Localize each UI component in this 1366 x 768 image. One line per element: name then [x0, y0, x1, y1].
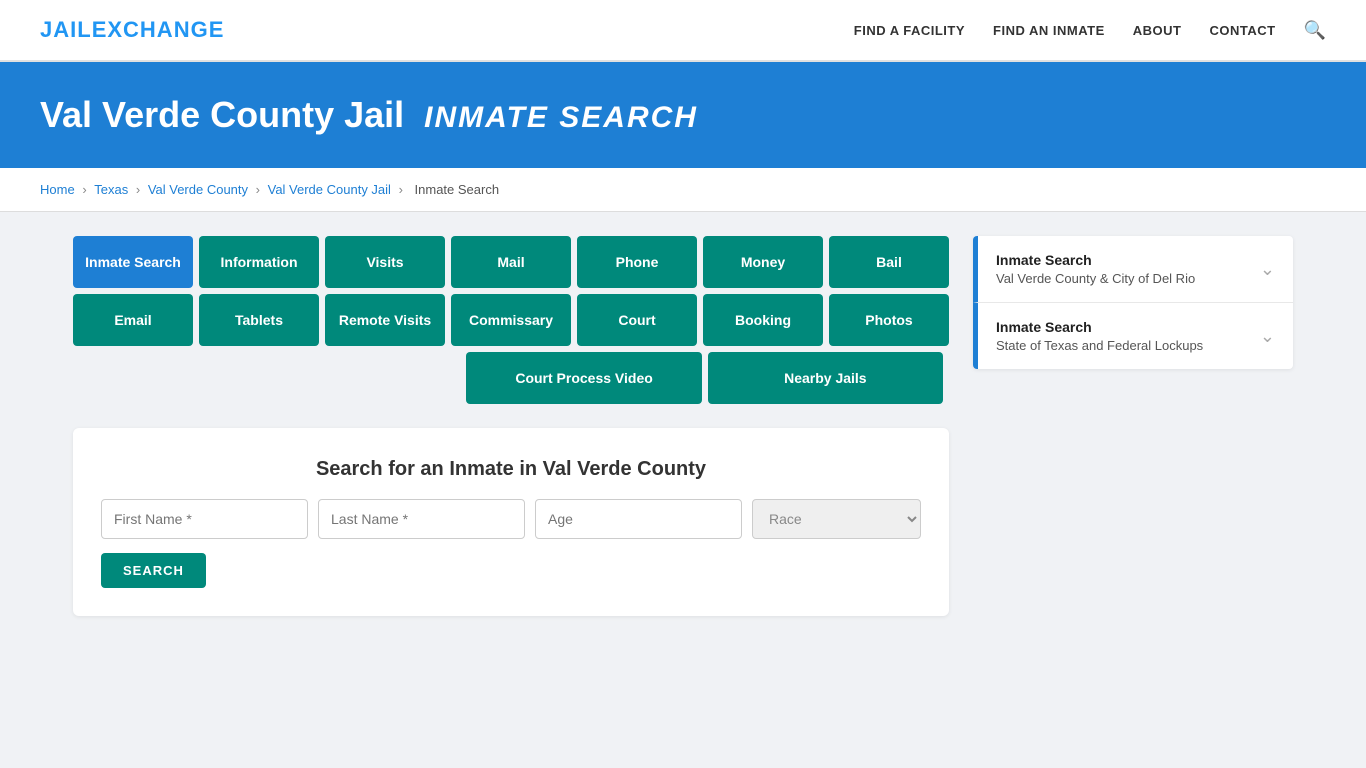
tab-remote-visits[interactable]: Remote Visits	[325, 294, 445, 346]
race-select[interactable]: Race White Black Hispanic Asian Other	[752, 499, 921, 539]
search-icon[interactable]: 🔍	[1304, 20, 1326, 41]
hero-title-main: Val Verde County Jail	[40, 94, 404, 135]
breadcrumb-sep: ›	[136, 182, 144, 197]
sidebar-item-2[interactable]: Inmate Search State of Texas and Federal…	[973, 303, 1293, 369]
first-name-input[interactable]	[101, 499, 308, 539]
tab-mail[interactable]: Mail	[451, 236, 571, 288]
hero-banner: Val Verde County Jail INMATE SEARCH	[0, 62, 1366, 168]
tab-nearby-jails[interactable]: Nearby Jails	[708, 352, 943, 404]
tabs-row1: Inmate Search Information Visits Mail Ph…	[73, 236, 949, 288]
breadcrumb-home[interactable]: Home	[40, 182, 75, 197]
tab-tablets[interactable]: Tablets	[199, 294, 319, 346]
breadcrumb-sep: ›	[256, 182, 264, 197]
sidebar-item-2-subtitle: State of Texas and Federal Lockups	[996, 338, 1203, 353]
search-box: Search for an Inmate in Val Verde County…	[73, 428, 949, 616]
last-name-input[interactable]	[318, 499, 525, 539]
tab-court-process-video[interactable]: Court Process Video	[466, 352, 701, 404]
sidebar-item-1[interactable]: Inmate Search Val Verde County & City of…	[973, 236, 1293, 303]
breadcrumb-jail[interactable]: Val Verde County Jail	[268, 182, 391, 197]
breadcrumb-texas[interactable]: Texas	[94, 182, 128, 197]
breadcrumb: Home › Texas › Val Verde County › Val Ve…	[0, 168, 1366, 212]
right-sidebar: Inmate Search Val Verde County & City of…	[973, 236, 1293, 369]
sidebar-item-2-text: Inmate Search State of Texas and Federal…	[996, 319, 1203, 353]
sidebar-item-1-subtitle: Val Verde County & City of Del Rio	[996, 271, 1195, 286]
nav-find-facility[interactable]: FIND A FACILITY	[854, 23, 965, 38]
tab-information[interactable]: Information	[199, 236, 319, 288]
sidebar-card: Inmate Search Val Verde County & City of…	[973, 236, 1293, 369]
search-title: Search for an Inmate in Val Verde County	[101, 458, 921, 481]
tab-booking[interactable]: Booking	[703, 294, 823, 346]
nav-contact[interactable]: CONTACT	[1209, 23, 1275, 38]
tab-photos[interactable]: Photos	[829, 294, 949, 346]
tab-visits[interactable]: Visits	[325, 236, 445, 288]
age-input[interactable]	[535, 499, 742, 539]
sidebar-item-2-title: Inmate Search	[996, 319, 1203, 335]
tabs-row3: Court Process Video Nearby Jails	[73, 352, 949, 404]
main-nav: FIND A FACILITY FIND AN INMATE ABOUT CON…	[854, 20, 1326, 41]
nav-about[interactable]: ABOUT	[1133, 23, 1182, 38]
breadcrumb-county[interactable]: Val Verde County	[148, 182, 248, 197]
breadcrumb-sep: ›	[82, 182, 90, 197]
site-header: JAILEXCHANGE FIND A FACILITY FIND AN INM…	[0, 0, 1366, 62]
chevron-down-icon: ⌄	[1260, 259, 1275, 280]
main-content: Inmate Search Information Visits Mail Ph…	[33, 212, 1333, 640]
hero-title-sub: INMATE SEARCH	[424, 101, 698, 134]
sidebar-item-1-text: Inmate Search Val Verde County & City of…	[996, 252, 1195, 286]
tab-court[interactable]: Court	[577, 294, 697, 346]
tab-bail[interactable]: Bail	[829, 236, 949, 288]
logo-jail: JAIL	[40, 17, 92, 42]
nav-find-inmate[interactable]: FIND AN INMATE	[993, 23, 1105, 38]
page-title: Val Verde County Jail INMATE SEARCH	[40, 94, 1326, 136]
tabs-row2: Email Tablets Remote Visits Commissary C…	[73, 294, 949, 346]
logo-exchange: EXCHANGE	[92, 17, 225, 42]
left-column: Inmate Search Information Visits Mail Ph…	[73, 236, 949, 616]
chevron-down-icon-2: ⌄	[1260, 326, 1275, 347]
search-button[interactable]: SEARCH	[101, 553, 206, 588]
tab-phone[interactable]: Phone	[577, 236, 697, 288]
search-fields: Race White Black Hispanic Asian Other	[101, 499, 921, 539]
tab-money[interactable]: Money	[703, 236, 823, 288]
tab-inmate-search[interactable]: Inmate Search	[73, 236, 193, 288]
tab-commissary[interactable]: Commissary	[451, 294, 571, 346]
tab-email[interactable]: Email	[73, 294, 193, 346]
breadcrumb-sep: ›	[399, 182, 407, 197]
breadcrumb-current: Inmate Search	[415, 182, 500, 197]
site-logo[interactable]: JAILEXCHANGE	[40, 17, 224, 43]
sidebar-item-1-title: Inmate Search	[996, 252, 1195, 268]
